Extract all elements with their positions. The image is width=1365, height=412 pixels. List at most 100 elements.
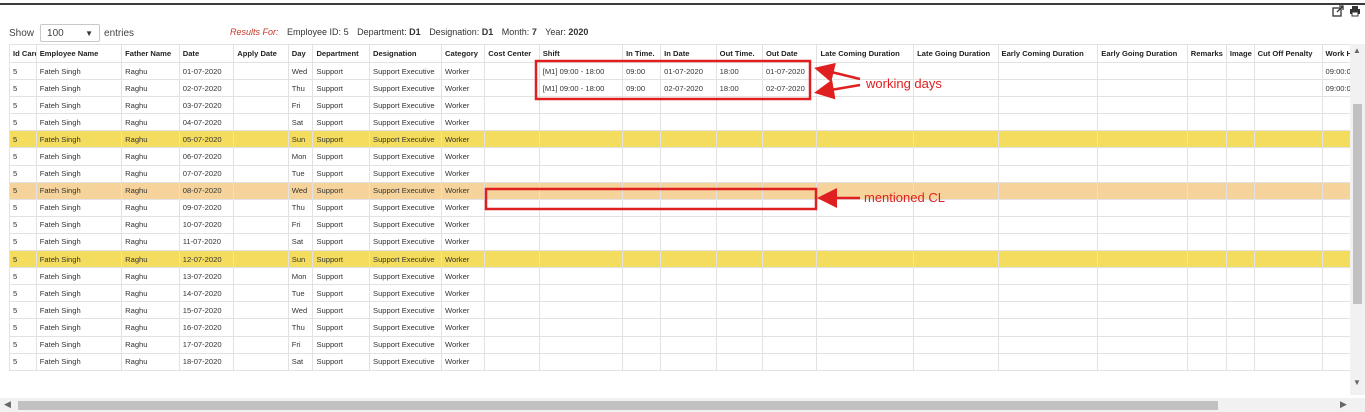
- table-row[interactable]: 5 Fateh Singh Raghu 15-07-2020 Wed Support Sup…: [9, 301, 1350, 320]
- table-row[interactable]: 5 Fateh Singh Raghu 11-07-2020 Sat Support Sup…: [9, 232, 1350, 252]
- table-cell: Support Executive: [369, 284, 443, 303]
- table-cell: Raghu: [121, 96, 180, 115]
- table-cell: [761, 96, 818, 115]
- table-cell: 08-07-2020: [178, 181, 235, 200]
- table-row[interactable]: 5 Fateh Singh Raghu 02-07-2020 Thu Support Sup…: [9, 79, 1350, 98]
- table-cell: [913, 215, 999, 234]
- column-header[interactable]: Image: [1225, 44, 1255, 63]
- table-cell: Worker: [441, 164, 486, 183]
- print-icon[interactable]: [1349, 5, 1361, 17]
- table-cell: [233, 113, 289, 132]
- table-cell: [1225, 96, 1255, 115]
- table-cell: [233, 79, 289, 98]
- table-cell: [913, 318, 999, 337]
- column-header[interactable]: Day: [287, 44, 314, 63]
- table-cell: Support Executive: [369, 164, 443, 183]
- vertical-scrollbar[interactable]: ▲ ▼: [1350, 44, 1365, 395]
- column-header[interactable]: Early Coming Duration: [997, 44, 1099, 63]
- table-cell: Support Executive: [369, 232, 443, 252]
- scroll-down-icon[interactable]: ▼: [1353, 378, 1361, 387]
- table-row[interactable]: 5 Fateh Singh Raghu 12-07-2020 Sun Support Sup…: [9, 250, 1350, 269]
- table-cell: [233, 96, 289, 115]
- table-cell: [997, 181, 1099, 200]
- column-header[interactable]: Id Card: [9, 44, 37, 63]
- table-cell: Fateh Singh: [35, 267, 123, 286]
- scroll-left-icon[interactable]: ◀: [4, 399, 11, 410]
- scroll-up-icon[interactable]: ▲: [1353, 46, 1361, 55]
- column-header[interactable]: Out Date: [761, 44, 818, 63]
- column-header[interactable]: Late Coming Duration: [816, 44, 915, 63]
- table-cell: [997, 284, 1099, 303]
- column-header[interactable]: Cut Off Penalty: [1253, 44, 1323, 63]
- table-cell: [816, 147, 915, 166]
- column-header[interactable]: In Time.: [622, 44, 662, 63]
- entries-select-value: 100: [47, 27, 64, 39]
- entries-select[interactable]: 100 ▼: [40, 24, 101, 42]
- designation-label: Designation:: [429, 27, 480, 37]
- column-header[interactable]: Shift: [538, 44, 624, 63]
- results-for-label: Results For:: [230, 27, 279, 37]
- table-cell: [715, 198, 763, 217]
- column-header[interactable]: Work Hours: [1321, 44, 1350, 63]
- table-cell: [484, 335, 540, 354]
- table-cell: [1225, 267, 1255, 286]
- table-cell: [622, 215, 662, 234]
- table-cell: Worker: [441, 318, 486, 337]
- table-row[interactable]: 5 Fateh Singh Raghu 05-07-2020 Sun Support Sup…: [9, 130, 1350, 149]
- column-header[interactable]: In Date: [660, 44, 717, 63]
- table-row[interactable]: 5 Fateh Singh Raghu 17-07-2020 Fri Support Sup…: [9, 335, 1350, 354]
- table-cell: [913, 267, 999, 286]
- column-header[interactable]: Date: [178, 44, 235, 63]
- table-row[interactable]: 5 Fateh Singh Raghu 04-07-2020 Sat Support Sup…: [9, 113, 1350, 132]
- table-row[interactable]: 5 Fateh Singh Raghu 16-07-2020 Thu Support Sup…: [9, 318, 1350, 337]
- table-cell: [M1] 09:00 - 18:00: [538, 61, 624, 81]
- table-cell: [233, 181, 289, 200]
- table-row[interactable]: 5 Fateh Singh Raghu 08-07-2020 Wed Support Sup…: [9, 181, 1350, 200]
- table-cell: 09-07-2020: [178, 198, 235, 217]
- table-cell: [997, 301, 1099, 320]
- export-icon[interactable]: [1332, 5, 1344, 17]
- column-header[interactable]: Late Going Duration: [913, 44, 999, 63]
- table-cell: [233, 301, 289, 320]
- table-cell: Worker: [441, 79, 486, 98]
- column-header[interactable]: Remarks: [1186, 44, 1227, 63]
- table-cell: [997, 164, 1099, 183]
- table-cell: Support: [312, 301, 371, 320]
- column-header[interactable]: Category: [441, 44, 486, 63]
- table-cell: [660, 250, 717, 269]
- table-row[interactable]: 5 Fateh Singh Raghu 06-07-2020 Mon Support Sup…: [9, 147, 1350, 166]
- table-cell: Support Executive: [369, 318, 443, 337]
- table-cell: Support: [312, 335, 371, 354]
- table-cell: [1186, 318, 1227, 337]
- column-header[interactable]: Father Name: [121, 44, 180, 63]
- table-cell: [484, 113, 540, 132]
- table-cell: Fateh Singh: [35, 113, 123, 132]
- column-header[interactable]: Cost Center: [484, 44, 540, 63]
- table-cell: [913, 250, 999, 269]
- table-row[interactable]: 5 Fateh Singh Raghu 03-07-2020 Fri Support Sup…: [9, 96, 1350, 115]
- table-cell: Fateh Singh: [35, 164, 123, 183]
- column-header[interactable]: Designation: [369, 44, 443, 63]
- column-header[interactable]: Out Time.: [715, 44, 763, 63]
- table-row[interactable]: 5 Fateh Singh Raghu 07-07-2020 Tue Support Sup…: [9, 164, 1350, 183]
- table-row[interactable]: 5 Fateh Singh Raghu 14-07-2020 Tue Support Sup…: [9, 284, 1350, 303]
- table-cell: Fateh Singh: [35, 301, 123, 320]
- table-cell: [538, 232, 624, 252]
- table-row[interactable]: 5 Fateh Singh Raghu 13-07-2020 Mon Support Sup…: [9, 267, 1350, 286]
- vertical-scroll-thumb[interactable]: [1353, 104, 1362, 304]
- horizontal-scroll-thumb[interactable]: [18, 401, 1218, 410]
- column-header[interactable]: Apply Date: [233, 44, 289, 63]
- table-cell: [997, 130, 1099, 149]
- scroll-right-icon[interactable]: ▶: [1340, 399, 1347, 410]
- column-header[interactable]: Employee Name: [35, 44, 123, 63]
- table-row[interactable]: 5 Fateh Singh Raghu 18-07-2020 Sat Support Sup…: [9, 352, 1350, 371]
- horizontal-scrollbar[interactable]: ◀ ▶: [0, 398, 1365, 412]
- table-row[interactable]: 5 Fateh Singh Raghu 01-07-2020 Wed Support Sup…: [9, 61, 1350, 81]
- table-row[interactable]: 5 Fateh Singh Raghu 10-07-2020 Fri Support Sup…: [9, 215, 1350, 234]
- column-header[interactable]: Early Going Duration: [1097, 44, 1188, 63]
- table-cell: [538, 96, 624, 115]
- column-header[interactable]: Department: [312, 44, 371, 63]
- table-cell: [761, 318, 818, 337]
- table-cell: [484, 284, 540, 303]
- table-row[interactable]: 5 Fateh Singh Raghu 09-07-2020 Thu Support Sup…: [9, 198, 1350, 217]
